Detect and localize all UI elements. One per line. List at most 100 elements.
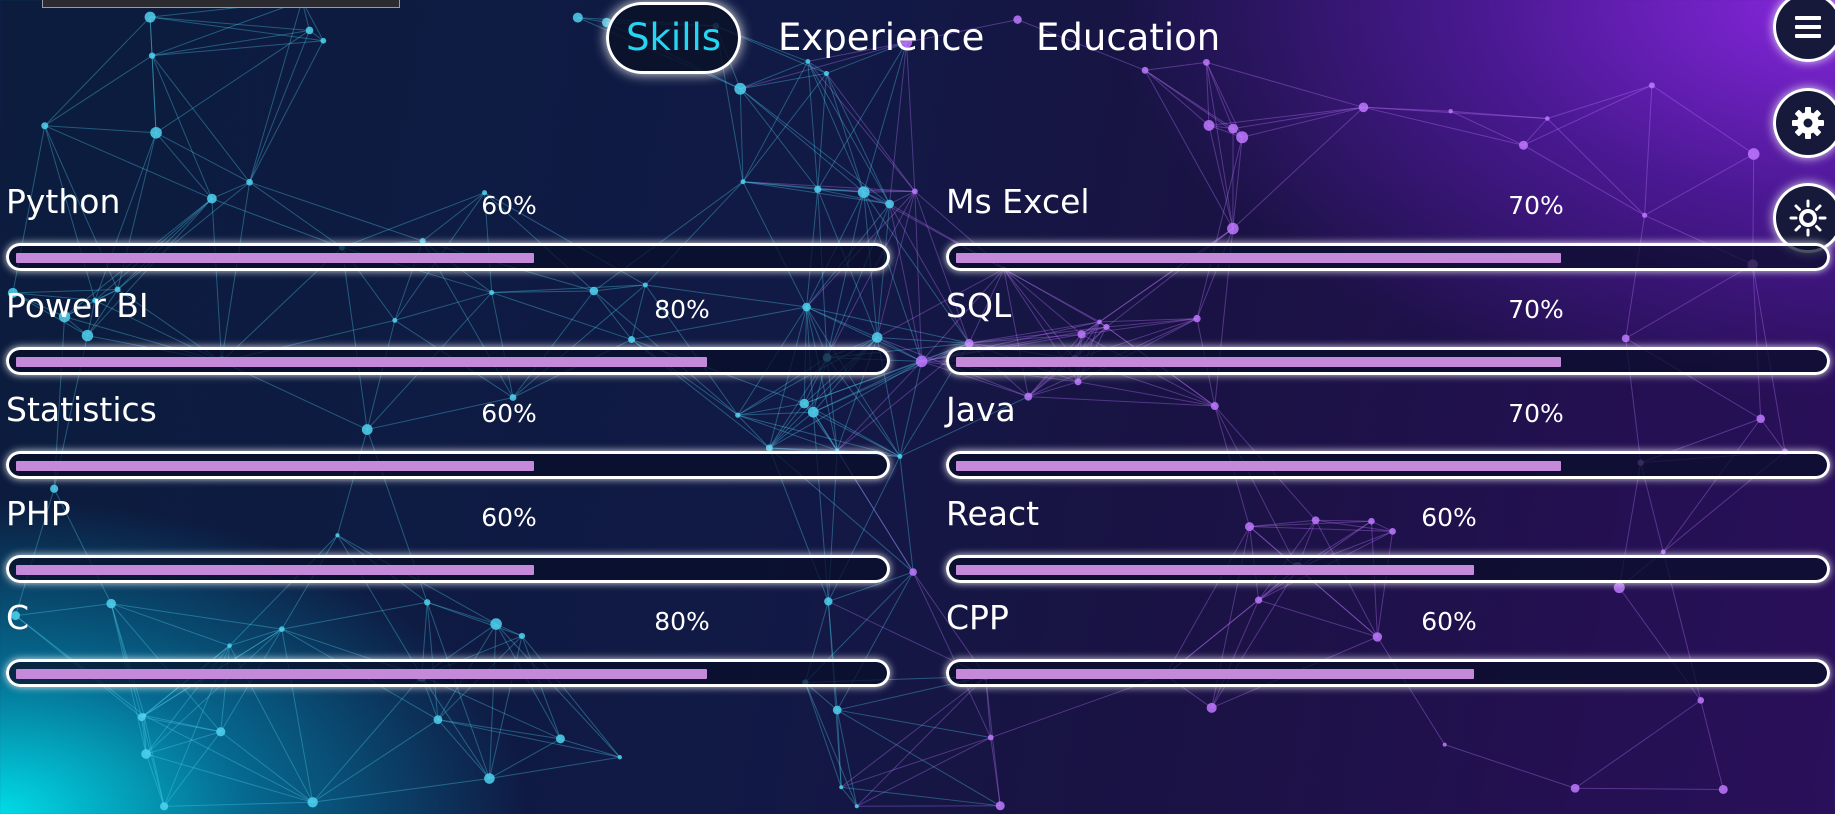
- network-line: [1450, 110, 1524, 146]
- skill-percent: 70%: [1508, 399, 1564, 428]
- skill-progress-track: [6, 451, 890, 479]
- skill-progress-fill: [16, 357, 707, 367]
- skill-progress-fill: [16, 669, 707, 679]
- network-node: [1203, 120, 1215, 131]
- network-line: [1651, 84, 1754, 155]
- network-node: [142, 713, 147, 718]
- network-node: [555, 734, 565, 744]
- skill-progress-fill: [956, 565, 1474, 575]
- network-line: [1144, 69, 1210, 126]
- skill-power-bi: Power BI 80%: [6, 285, 896, 385]
- skill-progress-track: [946, 555, 1830, 583]
- network-line: [840, 786, 858, 807]
- network-line: [739, 88, 744, 182]
- skill-percent: 60%: [481, 503, 537, 532]
- skill-c: C 80%: [6, 597, 896, 697]
- network-line: [807, 61, 865, 193]
- network-line: [1144, 69, 1243, 138]
- network-node: [987, 734, 994, 741]
- network-node: [1648, 82, 1655, 89]
- skill-name: CPP: [946, 598, 1009, 637]
- network-line: [1232, 106, 1364, 130]
- network-line: [164, 801, 313, 807]
- network-line: [1208, 124, 1243, 138]
- gear-icon: [1790, 105, 1826, 141]
- network-line: [141, 716, 221, 733]
- skill-name: Power BI: [6, 286, 149, 325]
- network-node: [832, 705, 842, 715]
- network-node: [484, 773, 495, 784]
- network-line: [1242, 106, 1364, 138]
- network-node: [1358, 102, 1369, 113]
- network-line: [1363, 106, 1451, 112]
- skill-java: Java 70%: [946, 389, 1835, 489]
- network-line: [742, 61, 809, 182]
- skill-php: PHP 60%: [6, 493, 896, 593]
- skill-name: Java: [946, 390, 1016, 429]
- network-line: [804, 682, 858, 807]
- network-node: [433, 715, 443, 725]
- network-line: [1547, 84, 1653, 119]
- network-line: [739, 88, 865, 193]
- skill-progress-track: [6, 243, 890, 271]
- network-node: [1206, 702, 1217, 713]
- skill-python: Python 60%: [6, 181, 896, 281]
- network-line: [1444, 744, 1576, 789]
- network-node: [41, 122, 49, 130]
- network-line: [1363, 106, 1548, 120]
- network-node: [150, 126, 162, 139]
- skill-percent: 80%: [654, 295, 710, 324]
- network-line: [1232, 128, 1243, 138]
- skill-name: Ms Excel: [946, 182, 1090, 221]
- network-line: [1574, 699, 1702, 789]
- network-line: [825, 73, 865, 193]
- network-node: [1448, 109, 1453, 114]
- skill-progress-track: [946, 659, 1830, 687]
- settings-button[interactable]: [1773, 88, 1835, 158]
- network-line: [899, 456, 914, 573]
- section-tabs: Skills Experience Education: [0, 0, 1835, 78]
- network-line: [145, 753, 165, 807]
- skill-name: React: [946, 494, 1040, 533]
- skill-progress-track: [946, 243, 1830, 271]
- network-node: [1697, 697, 1705, 704]
- network-node: [1236, 131, 1249, 144]
- network-node: [897, 453, 903, 459]
- skill-name: Statistics: [6, 390, 157, 429]
- skill-progress-track: [946, 347, 1830, 375]
- network-line: [836, 710, 842, 788]
- network-node: [617, 755, 623, 760]
- tab-experience[interactable]: Experience: [778, 2, 984, 74]
- network-node: [1228, 123, 1238, 134]
- skill-progress-fill: [16, 253, 534, 263]
- skill-ms-excel: Ms Excel 70%: [946, 181, 1835, 281]
- skill-progress-fill: [956, 357, 1561, 367]
- network-node: [911, 188, 918, 195]
- network-node: [137, 713, 146, 722]
- network-node: [1718, 784, 1728, 794]
- skill-progress-track: [6, 555, 890, 583]
- tab-education[interactable]: Education: [1036, 2, 1220, 74]
- network-line: [807, 61, 916, 192]
- network-line: [826, 73, 916, 192]
- network-line: [163, 731, 222, 807]
- skill-percent: 70%: [1508, 295, 1564, 324]
- skill-progress-fill: [956, 253, 1561, 263]
- network-node: [216, 727, 226, 737]
- network-line: [220, 731, 313, 803]
- network-line: [739, 88, 819, 190]
- network-line: [145, 731, 221, 755]
- network-node: [1518, 140, 1528, 150]
- skill-statistics: Statistics 60%: [6, 389, 896, 489]
- network-line: [437, 719, 490, 779]
- network-line: [837, 709, 991, 739]
- skill-name: PHP: [6, 494, 71, 533]
- skill-progress-fill: [16, 461, 534, 471]
- network-line: [856, 737, 991, 807]
- network-line: [141, 717, 165, 807]
- skill-progress-track: [6, 659, 890, 687]
- network-line: [560, 738, 620, 758]
- network-line: [899, 361, 923, 457]
- network-node: [854, 804, 859, 809]
- tab-skills[interactable]: Skills: [606, 2, 742, 74]
